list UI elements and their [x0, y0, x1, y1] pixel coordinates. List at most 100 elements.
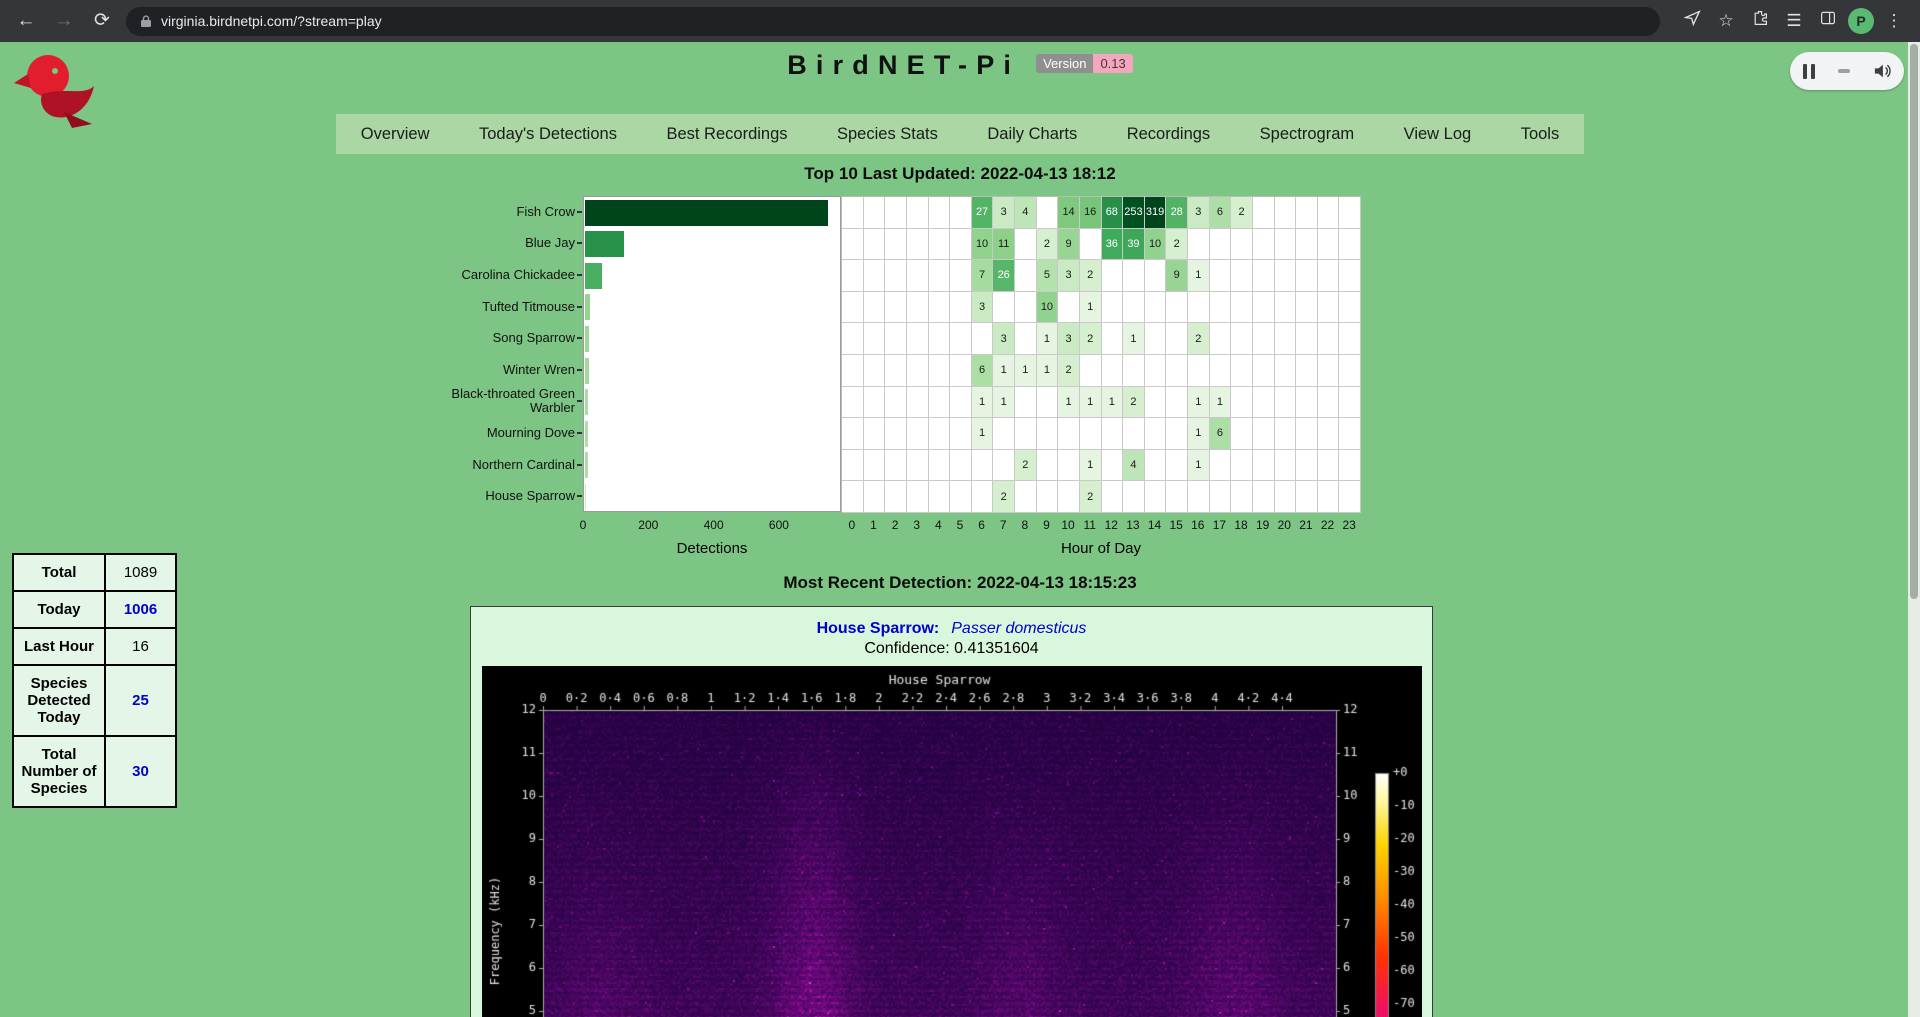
heatmap-cell: [842, 450, 864, 482]
species-label: Black-throated Green Warbler: [407, 386, 575, 418]
heatmap-cell: 2: [1058, 355, 1080, 387]
axis-tickmark: [577, 211, 582, 213]
axis-tickmark: [577, 369, 582, 371]
bookmark-star-icon[interactable]: ☆: [1712, 7, 1740, 35]
heatmap-cell: [885, 260, 907, 292]
heatmap-cell: [1210, 260, 1232, 292]
heatmap-cell: [1188, 229, 1210, 261]
heatmap-cell: [950, 323, 972, 355]
reload-icon[interactable]: ⟳: [88, 7, 116, 35]
nav-item-spectrogram[interactable]: Spectrogram: [1250, 117, 1364, 152]
heatmap-cell: [907, 387, 929, 419]
heatmap-cell: [1166, 387, 1188, 419]
heatmap-cell: 7: [972, 260, 994, 292]
nav-item-recordings[interactable]: Recordings: [1117, 117, 1220, 152]
nav-item-overview[interactable]: Overview: [351, 117, 440, 152]
top10-heading: Top 10 Last Updated: 2022-04-13 18:12: [0, 164, 1920, 184]
nav-item-daily-charts[interactable]: Daily Charts: [977, 117, 1087, 152]
stats-value[interactable]: 25: [105, 665, 176, 736]
stats-value[interactable]: 30: [105, 736, 176, 807]
heatmap-cell: [950, 197, 972, 229]
spectrogram-image: [482, 666, 1422, 1017]
heatmap-cell: 68: [1102, 197, 1124, 229]
heatmap-cell: [929, 387, 951, 419]
heatmap-cell: 5: [1037, 260, 1059, 292]
heatmap-cell: 2: [1080, 481, 1102, 513]
heatmap-cell: 1: [1037, 323, 1059, 355]
heatmap-cell: 1: [1188, 387, 1210, 419]
heatmap-cell: 1: [1123, 323, 1145, 355]
axis-tickmark: [577, 400, 582, 402]
nav-item-best-recordings[interactable]: Best Recordings: [656, 117, 797, 152]
heatmap-cell: [885, 197, 907, 229]
back-icon[interactable]: ←: [12, 7, 40, 35]
heatmap-cell: 2: [993, 481, 1015, 513]
heatmap-cell: 1: [972, 418, 994, 450]
nav-item-species-stats[interactable]: Species Stats: [827, 117, 948, 152]
hour-axis-tick: 3: [913, 518, 920, 532]
heatmap-cell: 1: [1058, 387, 1080, 419]
hour-axis-tick: 23: [1343, 518, 1356, 532]
extensions-icon[interactable]: [1746, 7, 1774, 35]
heatmap-cell: [1339, 481, 1361, 513]
page-scrollbar[interactable]: [1908, 42, 1920, 1017]
detections-bar: [585, 484, 586, 510]
heatmap-cell: [842, 292, 864, 324]
menu-kebab-icon[interactable]: ⋮: [1880, 7, 1908, 35]
forward-icon[interactable]: →: [50, 7, 78, 35]
bar-axis-title: Detections: [677, 540, 748, 557]
heatmap-cell: [885, 450, 907, 482]
heatmap-cell: [1080, 229, 1102, 261]
hour-axis-tick: 17: [1213, 518, 1226, 532]
heatmap-cell: [1015, 260, 1037, 292]
heatmap-cell: 1: [1080, 387, 1102, 419]
species-common-link[interactable]: House Sparrow:: [817, 620, 940, 637]
heatmap-cell: [1015, 481, 1037, 513]
heatmap-cell: [842, 418, 864, 450]
hour-axis-tick: 15: [1170, 518, 1183, 532]
send-icon[interactable]: [1678, 7, 1706, 35]
side-panel-icon[interactable]: [1814, 7, 1842, 35]
axis-tickmark: [577, 306, 582, 308]
heatmap-cell: [1037, 481, 1059, 513]
profile-avatar[interactable]: P: [1848, 8, 1874, 34]
nav-item-view-log[interactable]: View Log: [1394, 117, 1482, 152]
heatmap-cell: [1145, 450, 1167, 482]
detections-bar: [585, 326, 589, 352]
heatmap-cell: [1166, 481, 1188, 513]
heatmap-cell: [1318, 450, 1340, 482]
heatmap-cell: [1296, 197, 1318, 229]
audio-player[interactable]: [1790, 52, 1904, 90]
heatmap-cell: [1210, 355, 1232, 387]
heatmap-cell: [1253, 229, 1275, 261]
heatmap-cell: [907, 418, 929, 450]
reading-list-icon[interactable]: ☰: [1780, 7, 1808, 35]
stats-value[interactable]: 1006: [105, 591, 176, 628]
detections-bar: [585, 389, 588, 415]
heatmap-cell: [929, 481, 951, 513]
address-bar[interactable]: virginia.birdnetpi.com/?stream=play: [126, 7, 1660, 36]
heatmap-cell: [1166, 323, 1188, 355]
heatmap-cell: [1275, 355, 1297, 387]
nav-item-today-s-detections[interactable]: Today's Detections: [469, 117, 627, 152]
scrollbar-thumb[interactable]: [1910, 44, 1918, 599]
heatmap-cell: [1080, 418, 1102, 450]
heatmap-cell: [885, 418, 907, 450]
heatmap-cell: [1318, 197, 1340, 229]
nav-item-tools[interactable]: Tools: [1511, 117, 1570, 152]
heatmap-cell: [1275, 197, 1297, 229]
heatmap-cell: [950, 450, 972, 482]
volume-icon[interactable]: [1873, 63, 1891, 79]
axis-tickmark: [577, 432, 582, 434]
heatmap-cell: [885, 355, 907, 387]
heatmap-cell: 9: [1058, 229, 1080, 261]
version-label: Version: [1036, 54, 1093, 73]
audio-scrubber[interactable]: [1838, 69, 1850, 73]
stats-label: Last Hour: [13, 628, 105, 665]
heatmap-cell: [1231, 418, 1253, 450]
heatmap-cell: 2: [1015, 450, 1037, 482]
heatmap-cell: 1: [1102, 387, 1124, 419]
detection-confidence: Confidence: 0.41351604: [471, 639, 1432, 659]
pause-icon[interactable]: [1803, 64, 1815, 79]
heatmap-cell: [1275, 229, 1297, 261]
